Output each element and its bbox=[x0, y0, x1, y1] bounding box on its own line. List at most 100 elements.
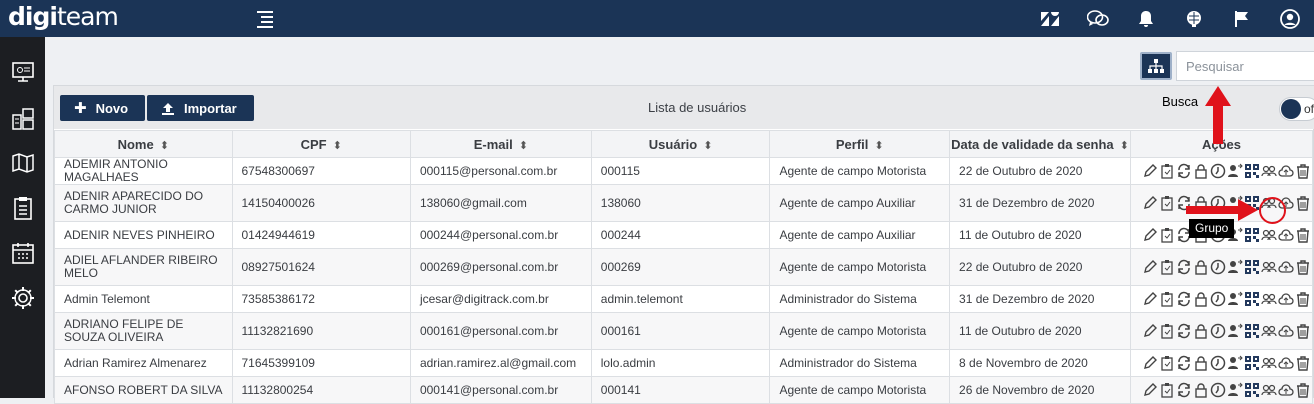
lock-icon[interactable] bbox=[1193, 163, 1209, 179]
cloud-upload-icon[interactable] bbox=[1278, 355, 1294, 371]
table-row[interactable]: ADENIR APARECIDO DO CARMO JUNIOR 14150400… bbox=[54, 184, 1314, 222]
clock-icon[interactable] bbox=[1210, 355, 1226, 371]
group-icon[interactable] bbox=[1261, 259, 1277, 275]
app-logo[interactable]: digiteam bbox=[8, 2, 119, 31]
clock-icon[interactable] bbox=[1210, 163, 1226, 179]
clipboard-icon[interactable] bbox=[1159, 195, 1175, 211]
group-icon[interactable] bbox=[1261, 355, 1277, 371]
group-icon[interactable] bbox=[1261, 323, 1277, 339]
refresh-icon[interactable] bbox=[1176, 355, 1192, 371]
refresh-icon[interactable] bbox=[1176, 382, 1192, 398]
clipboard-icon[interactable] bbox=[1159, 227, 1175, 243]
table-row[interactable]: ADRIANO FELIPE DE SOUZA OLIVEIRA 11132821… bbox=[54, 312, 1314, 350]
zendesk-icon[interactable] bbox=[1026, 0, 1074, 37]
qrcode-icon[interactable] bbox=[1244, 259, 1260, 275]
group-icon[interactable] bbox=[1261, 163, 1277, 179]
edit-icon[interactable] bbox=[1142, 355, 1158, 371]
cloud-upload-icon[interactable] bbox=[1278, 163, 1294, 179]
qrcode-icon[interactable] bbox=[1244, 323, 1260, 339]
refresh-icon[interactable] bbox=[1176, 259, 1192, 275]
sidebar-item-hierarchy[interactable] bbox=[0, 97, 45, 141]
column-header-usuario[interactable]: Usuário ⬍ bbox=[590, 130, 771, 158]
table-row[interactable]: Admin Telemont 73585386172 jcesar@digitrac… bbox=[54, 285, 1314, 313]
trash-icon[interactable] bbox=[1295, 323, 1311, 339]
group-icon[interactable] bbox=[1261, 291, 1277, 307]
clock-icon[interactable] bbox=[1210, 259, 1226, 275]
cloud-upload-icon[interactable] bbox=[1278, 291, 1294, 307]
cloud-upload-icon[interactable] bbox=[1278, 323, 1294, 339]
edit-icon[interactable] bbox=[1142, 259, 1158, 275]
users-swap-icon[interactable] bbox=[1227, 259, 1243, 275]
cloud-upload-icon[interactable] bbox=[1278, 382, 1294, 398]
flag-icon[interactable] bbox=[1218, 0, 1266, 37]
column-header-nome[interactable]: Nome ⬍ bbox=[54, 130, 233, 158]
clipboard-icon[interactable] bbox=[1159, 163, 1175, 179]
trash-icon[interactable] bbox=[1295, 291, 1311, 307]
cloud-upload-icon[interactable] bbox=[1278, 259, 1294, 275]
clock-icon[interactable] bbox=[1210, 382, 1226, 398]
menu-toggle-icon[interactable] bbox=[257, 8, 273, 28]
org-tree-button[interactable] bbox=[1140, 52, 1172, 80]
search-input[interactable] bbox=[1176, 51, 1314, 81]
edit-icon[interactable] bbox=[1142, 195, 1158, 211]
trash-icon[interactable] bbox=[1295, 382, 1311, 398]
edit-icon[interactable] bbox=[1142, 323, 1158, 339]
clock-icon[interactable] bbox=[1210, 323, 1226, 339]
users-swap-icon[interactable] bbox=[1227, 382, 1243, 398]
user-icon[interactable] bbox=[1266, 0, 1314, 37]
lock-icon[interactable] bbox=[1193, 382, 1209, 398]
qrcode-icon[interactable] bbox=[1244, 382, 1260, 398]
users-swap-icon[interactable] bbox=[1227, 291, 1243, 307]
clipboard-icon[interactable] bbox=[1159, 382, 1175, 398]
column-header-cpf[interactable]: CPF ⬍ bbox=[231, 130, 411, 158]
clipboard-icon[interactable] bbox=[1159, 355, 1175, 371]
table-row[interactable]: ADENIR NEVES PINHEIRO 01424944619 000244@p… bbox=[54, 221, 1314, 249]
column-header-email[interactable]: E-mail ⬍ bbox=[409, 130, 592, 158]
trash-icon[interactable] bbox=[1295, 259, 1311, 275]
brain-icon[interactable] bbox=[1170, 0, 1218, 37]
trash-icon[interactable] bbox=[1295, 227, 1311, 243]
edit-icon[interactable] bbox=[1142, 382, 1158, 398]
lock-icon[interactable] bbox=[1193, 259, 1209, 275]
column-header-validade[interactable]: Data de validade da senha ⬍ bbox=[949, 130, 1131, 158]
import-button[interactable]: Importar bbox=[147, 95, 254, 121]
qrcode-icon[interactable] bbox=[1244, 163, 1260, 179]
refresh-icon[interactable] bbox=[1176, 323, 1192, 339]
users-swap-icon[interactable] bbox=[1227, 355, 1243, 371]
trash-icon[interactable] bbox=[1295, 195, 1311, 211]
group-icon[interactable] bbox=[1261, 382, 1277, 398]
group-icon[interactable] bbox=[1261, 227, 1277, 243]
cloud-upload-icon[interactable] bbox=[1278, 227, 1294, 243]
sidebar-item-calendar[interactable] bbox=[0, 231, 45, 275]
refresh-icon[interactable] bbox=[1176, 163, 1192, 179]
table-row[interactable]: Adrian Ramirez Almenarez 71645399109 adria… bbox=[54, 349, 1314, 377]
sidebar-item-forms[interactable] bbox=[0, 186, 45, 230]
edit-icon[interactable] bbox=[1142, 163, 1158, 179]
trash-icon[interactable] bbox=[1295, 163, 1311, 179]
edit-icon[interactable] bbox=[1142, 227, 1158, 243]
column-header-perfil[interactable]: Perfil ⬍ bbox=[769, 130, 951, 158]
trash-icon[interactable] bbox=[1295, 355, 1311, 371]
table-row[interactable]: AFONSO ROBERT DA SILVA 11132800254 000141@… bbox=[54, 376, 1314, 404]
lock-icon[interactable] bbox=[1193, 355, 1209, 371]
new-user-button[interactable]: ✚ Novo bbox=[60, 95, 145, 121]
refresh-icon[interactable] bbox=[1176, 291, 1192, 307]
clock-icon[interactable] bbox=[1210, 291, 1226, 307]
qrcode-icon[interactable] bbox=[1244, 355, 1260, 371]
sidebar-item-map[interactable] bbox=[0, 141, 45, 185]
table-row[interactable]: ADIEL AFLANDER RIBEIRO MELO 08927501624 00… bbox=[54, 248, 1314, 286]
sidebar-item-dashboard[interactable] bbox=[0, 50, 45, 94]
bell-icon[interactable] bbox=[1122, 0, 1170, 37]
users-swap-icon[interactable] bbox=[1227, 163, 1243, 179]
sidebar-item-settings[interactable] bbox=[0, 276, 45, 320]
clipboard-icon[interactable] bbox=[1159, 291, 1175, 307]
lock-icon[interactable] bbox=[1193, 291, 1209, 307]
clipboard-icon[interactable] bbox=[1159, 323, 1175, 339]
clipboard-icon[interactable] bbox=[1159, 259, 1175, 275]
chat-icon[interactable] bbox=[1074, 0, 1122, 37]
table-row[interactable]: ADEMIR ANTONIO MAGALHAES 67548300697 00011… bbox=[54, 157, 1314, 185]
qrcode-icon[interactable] bbox=[1244, 227, 1260, 243]
lock-icon[interactable] bbox=[1193, 323, 1209, 339]
users-swap-icon[interactable] bbox=[1227, 323, 1243, 339]
qrcode-icon[interactable] bbox=[1244, 291, 1260, 307]
